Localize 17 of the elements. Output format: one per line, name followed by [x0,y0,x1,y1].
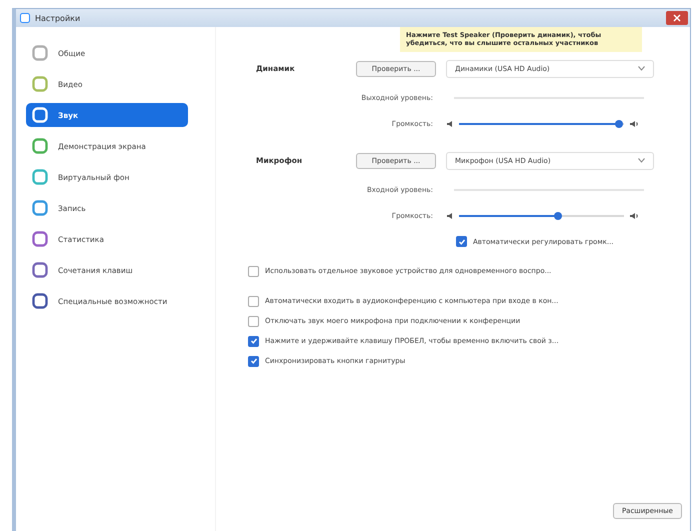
slider-thumb[interactable] [554,212,562,220]
close-button[interactable] [666,11,688,25]
speaker-low-icon [446,120,454,128]
caret-icon [638,158,645,164]
caret-icon [638,66,645,72]
volume-slider[interactable] [459,122,624,125]
window-title: Настройки [35,14,80,22]
speaker-low-icon [446,212,454,220]
checkmark-icon [458,238,466,246]
volume-slider[interactable] [459,214,624,217]
slider-thumb[interactable] [615,120,624,128]
speaker-high-icon [629,120,639,128]
speaker-high-icon [629,212,639,220]
close-icon [673,14,681,22]
checkmark-icon [250,337,258,346]
app-icon [20,13,30,23]
checkmark-icon [250,357,258,366]
